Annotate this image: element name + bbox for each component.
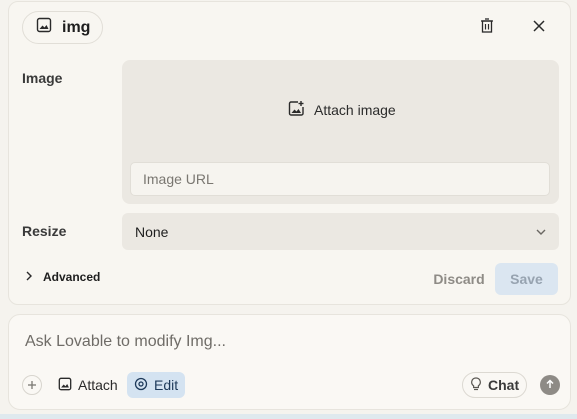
- bottom-strip: [0, 414, 577, 419]
- close-icon: [533, 19, 545, 37]
- attach-label: Attach: [78, 377, 118, 393]
- image-icon: [58, 377, 72, 394]
- image-url-input[interactable]: Image URL: [130, 162, 550, 196]
- resize-label: Resize: [22, 223, 67, 239]
- composer: Ask Lovable to modify Img... Attach Edit…: [8, 314, 571, 410]
- trash-icon: [480, 18, 494, 38]
- image-dropzone[interactable]: Attach image Image URL: [122, 60, 559, 204]
- resize-select[interactable]: None: [122, 213, 559, 250]
- save-button[interactable]: Save: [495, 263, 558, 295]
- lightbulb-icon: [470, 376, 482, 394]
- edit-panel: img Image Attach image Image URL Resize …: [8, 1, 571, 305]
- target-icon: [134, 377, 148, 394]
- send-button[interactable]: [540, 375, 560, 395]
- attach-image-button[interactable]: Attach image: [288, 100, 396, 120]
- discard-button[interactable]: Discard: [412, 263, 506, 295]
- chat-label: Chat: [488, 377, 520, 393]
- element-chip[interactable]: img: [22, 11, 103, 44]
- advanced-label: Advanced: [43, 270, 101, 284]
- edit-button[interactable]: Edit: [127, 372, 186, 398]
- chip-label: img: [62, 18, 91, 36]
- image-url-placeholder: Image URL: [143, 171, 214, 187]
- prompt-input[interactable]: Ask Lovable to modify Img...: [25, 333, 226, 351]
- advanced-toggle[interactable]: Advanced: [25, 270, 100, 284]
- plus-icon: [27, 377, 37, 393]
- chat-button[interactable]: Chat: [462, 372, 528, 398]
- chevron-right-icon: [25, 270, 33, 284]
- image-plus-icon: [288, 100, 305, 120]
- attach-image-label: Attach image: [314, 102, 396, 118]
- close-button[interactable]: [526, 15, 552, 41]
- resize-value: None: [135, 223, 169, 240]
- arrow-up-icon: [545, 376, 555, 394]
- edit-label: Edit: [154, 377, 179, 393]
- image-label: Image: [22, 70, 63, 86]
- add-button[interactable]: [22, 375, 42, 395]
- delete-button[interactable]: [474, 15, 500, 41]
- chevron-down-icon: [535, 225, 547, 241]
- attach-button[interactable]: Attach: [51, 372, 125, 398]
- image-icon: [36, 17, 52, 38]
